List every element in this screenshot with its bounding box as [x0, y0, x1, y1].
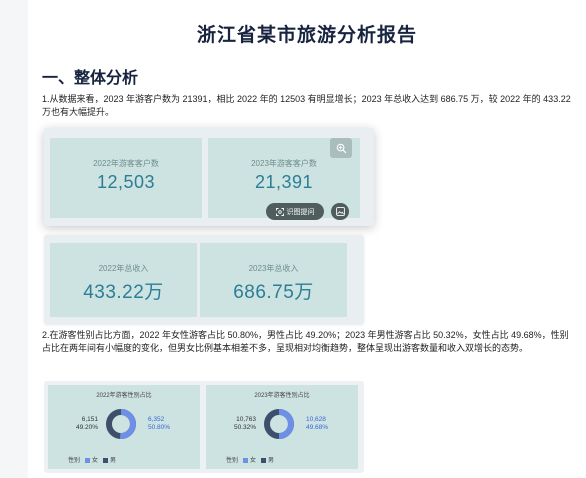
male-count: 10,763 [236, 416, 256, 423]
gender-chart-2022: 2022年游客性别占比 6,151 49.20% 6,352 50.80% 性别… [48, 385, 200, 469]
image-icon [335, 207, 345, 216]
kpi-2023-income: 2023年总收入 686.75万 [200, 243, 347, 317]
section-heading: 一、整体分析 [42, 70, 139, 87]
chart-title: 2022年游客性别占比 [96, 393, 152, 399]
zoom-in-icon [336, 143, 346, 153]
kpi-label: 2023年游客客户数 [251, 159, 317, 168]
male-pct: 50.32% [233, 424, 256, 431]
kpi-2022-income: 2022年总收入 433.22万 [50, 243, 197, 317]
kpi-value: 21,391 [254, 172, 314, 192]
female-count: 6,352 [148, 416, 165, 423]
male-pct: 49.20% [75, 424, 98, 431]
kpi-customers-card[interactable]: 2022年游客客户数 12,503 2023年游客客户数 21,391 [44, 128, 374, 226]
female-pct: 49.68% [306, 424, 329, 431]
left-gutter [0, 0, 28, 478]
donut-2023 [264, 409, 294, 439]
female-stat: 6,352 50.80% [148, 416, 170, 432]
legend-female[interactable]: 女 [85, 455, 98, 464]
scan-icon [275, 207, 284, 216]
donut-2022 [106, 409, 136, 439]
female-count: 10,628 [306, 416, 326, 423]
legend-title: 性别 [226, 458, 239, 464]
report-page: 浙江省某市旅游分析报告 一、整体分析 1.从数据来看，2023 年游客户数为 2… [28, 0, 586, 478]
kpi-label: 2022年总收入 [98, 264, 149, 273]
image-button[interactable] [331, 203, 349, 220]
kpi-value: 686.75万 [233, 282, 314, 303]
gender-charts-card[interactable]: 2022年游客性别占比 6,151 49.20% 6,352 50.80% 性别… [44, 381, 364, 473]
paragraph-gender: 2.在游客性别占比方面，2022 年女性游客占比 50.80%，男性占比 49.… [42, 330, 569, 353]
legend-male[interactable]: 男 [261, 455, 274, 464]
report-title: 浙江省某市旅游分析报告 [196, 25, 417, 46]
ask-label: 识图提问 [286, 208, 315, 216]
kpi-label: 2022年游客客户数 [93, 159, 159, 168]
legend: 性别 女 男 [68, 455, 116, 464]
male-count: 6,151 [81, 416, 98, 423]
male-stat: 6,151 49.20% [54, 416, 98, 432]
legend-male[interactable]: 男 [103, 455, 116, 464]
legend: 性别 女 男 [226, 455, 274, 464]
paragraph-overall: 1.从数据来看，2023 年游客户数为 21391，相比 2022 年的 125… [42, 94, 571, 117]
kpi-value: 433.22万 [83, 282, 164, 303]
male-stat: 10,763 50.32% [212, 416, 256, 432]
kpi-2022-customers: 2022年游客客户数 12,503 [50, 138, 202, 218]
legend-female[interactable]: 女 [243, 455, 256, 464]
ask-about-image-button[interactable]: 识图提问 [266, 203, 324, 220]
legend-title: 性别 [68, 458, 81, 464]
female-pct: 50.80% [148, 424, 171, 431]
kpi-income-card[interactable]: 2022年总收入 433.22万 2023年总收入 686.75万 [44, 235, 364, 325]
gender-chart-2023: 2023年游客性别占比 10,763 50.32% 10,628 49.68% … [206, 385, 358, 469]
chart-title: 2023年游客性别占比 [254, 393, 310, 399]
female-stat: 10,628 49.68% [306, 416, 328, 432]
zoom-in-button[interactable] [330, 138, 352, 158]
kpi-value: 12,503 [96, 172, 156, 192]
kpi-label: 2023年总收入 [248, 264, 299, 273]
